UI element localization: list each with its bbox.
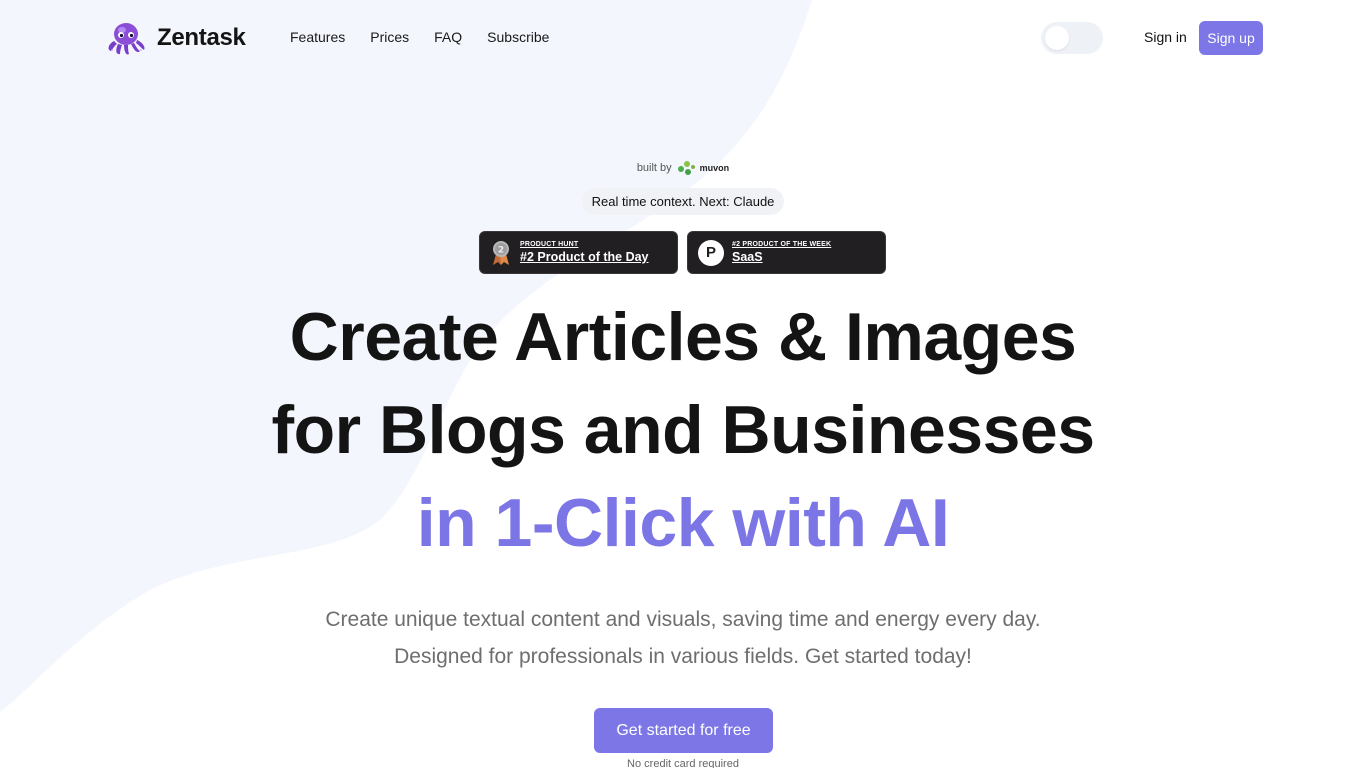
main-nav: Features Prices FAQ Subscribe xyxy=(290,29,574,45)
badge-title: #2 Product of the Day xyxy=(520,250,649,264)
svg-text:2: 2 xyxy=(498,245,504,255)
theme-toggle[interactable] xyxy=(1041,22,1103,54)
badge-text: PRODUCT HUNT #2 Product of the Day xyxy=(520,240,649,265)
theme-toggle-knob xyxy=(1045,26,1069,50)
get-started-button[interactable]: Get started for free xyxy=(594,708,773,753)
silver-medal-icon: 2 xyxy=(493,240,509,265)
nav-link-subscribe[interactable]: Subscribe xyxy=(487,29,549,45)
nav-link-features[interactable]: Features xyxy=(290,29,345,45)
site-header: Zentask Features Prices FAQ Subscribe Si… xyxy=(0,0,1366,76)
context-pill: Real time context. Next: Claude xyxy=(582,188,784,215)
muvon-link[interactable]: muvon xyxy=(700,163,730,173)
badge-title: SaaS xyxy=(732,250,763,264)
subtitle-line-1: Create unique textual content and visual… xyxy=(325,608,1041,631)
sign-in-link[interactable]: Sign in xyxy=(1144,29,1187,45)
octopus-logo-icon xyxy=(108,23,145,55)
nav-link-prices[interactable]: Prices xyxy=(370,29,409,45)
cta-note: No credit card required xyxy=(627,758,739,768)
nav-link-faq[interactable]: FAQ xyxy=(434,29,462,45)
product-of-week-badge[interactable]: P #2 PRODUCT OF THE WEEK SaaS xyxy=(687,231,886,274)
badge-text: #2 PRODUCT OF THE WEEK SaaS xyxy=(732,240,831,265)
product-of-day-badge[interactable]: 2 PRODUCT HUNT #2 Product of the Day xyxy=(479,231,678,274)
brand-name: Zentask xyxy=(157,24,246,51)
subtitle-line-2: Designed for professionals in various fi… xyxy=(394,645,972,668)
badge-eyebrow: PRODUCT HUNT xyxy=(520,241,579,248)
built-by-line: built by muvon xyxy=(0,160,1366,176)
landing-page: Zentask Features Prices FAQ Subscribe Si… xyxy=(0,0,1366,768)
headline-line-3-accent: in 1-Click with AI xyxy=(416,485,950,561)
headline-line-1: Create Articles & Images xyxy=(289,299,1077,375)
muvon-logo-icon xyxy=(677,161,695,175)
headline-line-2: for Blogs and Businesses xyxy=(271,392,1095,468)
brand-logo-link[interactable]: Zentask xyxy=(105,20,246,56)
sign-up-button[interactable]: Sign up xyxy=(1199,21,1263,55)
badge-eyebrow: #2 PRODUCT OF THE WEEK xyxy=(732,241,832,248)
built-by-label: built by xyxy=(636,162,672,174)
product-hunt-p-icon: P xyxy=(698,239,724,266)
